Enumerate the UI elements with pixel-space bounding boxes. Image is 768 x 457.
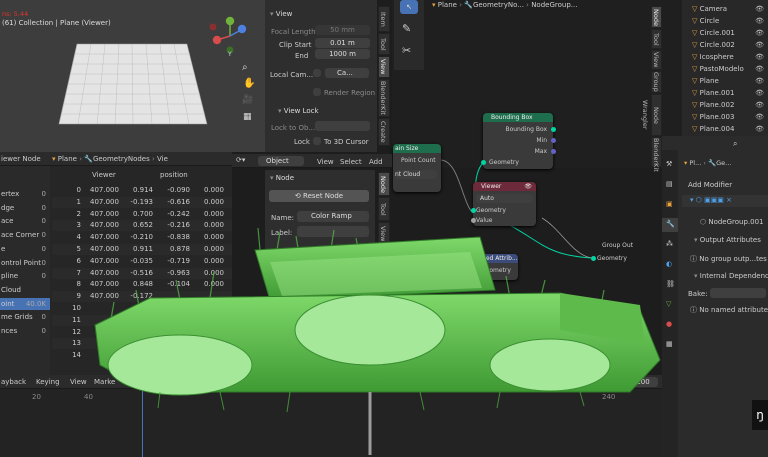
object-icon: ▽	[692, 89, 698, 97]
output-attributes-label: Output Attributes	[699, 236, 761, 244]
outliner-item-label: Circle.001	[699, 29, 735, 37]
outliner-item-label: PastoModelo	[699, 65, 744, 73]
visibility-icon[interactable]: 👁	[755, 99, 764, 111]
texture-props-icon[interactable]: ▦	[666, 340, 673, 348]
material-props-icon[interactable]: ●	[666, 320, 672, 328]
outliner-item-label: Plane.001	[699, 89, 735, 97]
visibility-icon[interactable]: 👁	[755, 75, 764, 87]
modifier-name-label: NodeGroup.001	[708, 218, 764, 226]
no-group-output-label: No group outp...tes c	[699, 255, 768, 263]
data-props-icon[interactable]: ▽	[666, 300, 671, 308]
render-props-icon[interactable]: ▤	[666, 180, 673, 188]
no-named-attributes-text: ⓘ No named attributes	[690, 305, 768, 315]
object-icon: ▽	[692, 41, 698, 49]
prop-plane-icon: ▾	[684, 159, 688, 167]
object-icon: ▽	[692, 125, 698, 133]
outliner-item-label: Camera	[699, 5, 728, 13]
outliner-item[interactable]: ▽ Circle.002 👁	[686, 39, 768, 51]
outliner-item[interactable]: ▽ Plane.002 👁	[686, 99, 768, 111]
outliner-item[interactable]: ▽ Circle 👁	[686, 15, 768, 27]
object-icon: ▽	[692, 29, 698, 37]
constraints-props-icon[interactable]: ⛓	[666, 280, 675, 288]
output-attributes-header[interactable]: ▾ Output Attributes	[694, 236, 761, 244]
modifier-props-icon[interactable]: 🔧	[666, 220, 675, 228]
visibility-icon[interactable]: 👁	[755, 3, 764, 15]
outliner-item[interactable]: ▽ PastoModelo 👁	[686, 63, 768, 75]
particles-props-icon[interactable]: ⁂	[666, 240, 673, 248]
outliner-item[interactable]: ▽ Plane.004 👁	[686, 123, 768, 135]
object-icon: ▽	[692, 53, 698, 61]
outliner-item[interactable]: ▽ Camera 👁	[686, 3, 768, 15]
visibility-icon[interactable]: 👁	[755, 63, 764, 75]
outliner-item-label: Icosphere	[699, 53, 734, 61]
prop-breadcrumb-obj: Pl...	[689, 159, 702, 167]
visibility-icon[interactable]: 👁	[755, 27, 764, 39]
outliner-item-label: Plane.002	[699, 101, 735, 109]
object-icon: ▽	[692, 77, 698, 85]
bake-label: Bake:	[688, 290, 708, 298]
properties-breadcrumb: ▾ Pl... › 🔧Ge...	[684, 159, 732, 167]
object-icon: ▽	[692, 113, 698, 121]
object-icon: ▽	[692, 101, 698, 109]
visibility-icon[interactable]: 👁	[755, 39, 764, 51]
outliner-item-label: Plane.003	[699, 113, 735, 121]
outliner-item-label: Plane.004	[699, 125, 735, 133]
properties-search-icon[interactable]: ⌕	[733, 139, 737, 149]
outliner-item-label: Circle	[699, 17, 720, 25]
visibility-icon[interactable]: 👁	[755, 123, 764, 135]
object-props-icon[interactable]: ▣	[666, 200, 673, 208]
outliner-item[interactable]: ▽ Plane 👁	[686, 75, 768, 87]
outliner-item-label: Plane	[699, 77, 719, 85]
watermark-logo: ŋ	[752, 400, 768, 430]
object-icon: ▽	[692, 65, 698, 73]
bake-field[interactable]	[710, 288, 766, 298]
internal-dependencies-label: Internal Dependenci...	[699, 272, 768, 280]
visibility-icon[interactable]: 👁	[755, 111, 764, 123]
object-icon: ▽	[692, 5, 698, 13]
no-named-attributes-label: No named attributes	[699, 306, 768, 314]
no-group-output-text: ⓘ No group outp...tes c	[690, 254, 768, 264]
object-icon: ▽	[692, 17, 698, 25]
physics-props-icon[interactable]: ◐	[666, 260, 672, 268]
add-modifier-button[interactable]: Add Modifier	[688, 181, 732, 189]
outliner-item[interactable]: ▽ Icosphere 👁	[686, 51, 768, 63]
info-icon-2: ⓘ	[690, 306, 700, 314]
outliner-item[interactable]: ▽ Circle.001 👁	[686, 27, 768, 39]
prop-breadcrumb-mod: Ge...	[716, 159, 732, 167]
internal-dependencies-header[interactable]: ▾ Internal Dependenci...	[694, 272, 768, 280]
info-icon: ⓘ	[690, 255, 700, 263]
visibility-icon[interactable]: 👁	[755, 15, 764, 27]
modifier-name[interactable]: ⬡ NodeGroup.001	[700, 218, 764, 226]
tank-model-overlay	[94, 227, 661, 455]
prop-wrench-icon: 🔧	[708, 159, 717, 167]
outliner-item[interactable]: ▽ Plane.003 👁	[686, 111, 768, 123]
outliner-item[interactable]: ▽ Plane.001 👁	[686, 87, 768, 99]
visibility-icon[interactable]: 👁	[755, 51, 764, 63]
modifier-icons[interactable]: ▾ ⬡ ▣▣▣ ×	[690, 196, 732, 204]
outliner-item-label: Circle.002	[699, 41, 735, 49]
tool-props-icon[interactable]: ⚒	[666, 160, 672, 168]
visibility-icon[interactable]: 👁	[755, 87, 764, 99]
